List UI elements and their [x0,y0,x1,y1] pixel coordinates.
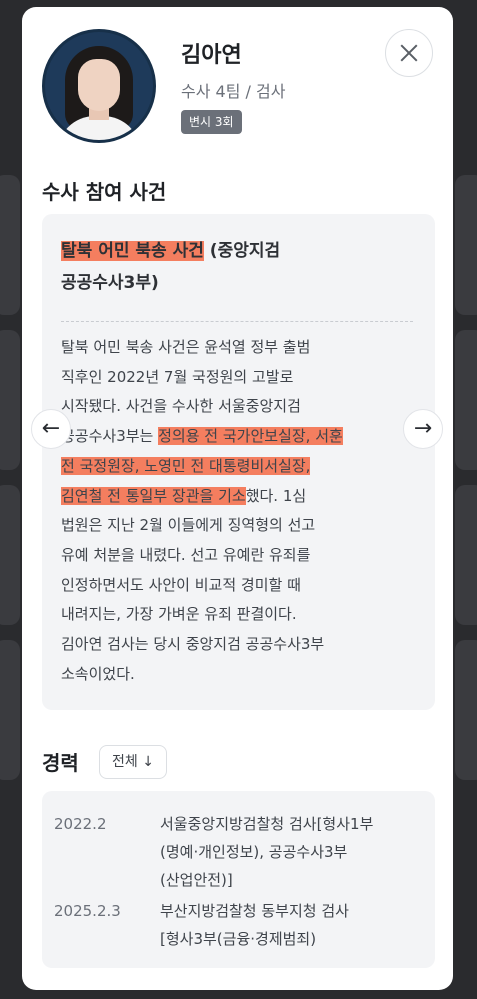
case-title-line2: 공공수사3부) [61,273,159,293]
background-card [455,485,477,625]
highlighted-text: 정의용 전 국가안보실장, 서훈 [158,427,343,446]
body-text: 법원은 지난 2월 이들에게 징역형의 선고 [61,516,316,535]
case-body-line: 직후인 2022년 7월 국정원의 고발로 [61,363,421,393]
body-text: 공공수사3부는 [61,427,159,446]
case-title-highlight: 탈북 어민 북송 사건 [61,241,204,261]
background-card [0,485,20,625]
body-text: 유예 처분을 내렸다. 선고 유예란 유죄를 [61,545,311,564]
case-body-line: 탈북 어민 북송 사건은 윤석열 정부 출범 [61,333,421,363]
cases-section-title: 수사 참여 사건 [42,180,167,204]
case-body-line: 시작됐다. 사건을 수사한 서울중앙지검 [61,392,421,422]
case-body-line: 소속이었다. [61,660,421,690]
prev-arrow-button[interactable]: ← [31,409,71,449]
case-title-rest: (중앙지검 [203,241,281,261]
case-body: 탈북 어민 북송 사건은 윤석열 정부 출범직후인 2022년 7월 국정원의 … [61,333,421,689]
highlighted-text: 김연철 전 통일부 장관을 기소 [61,486,246,505]
case-body-line: 유예 처분을 내렸다. 선고 유예란 유죄를 [61,541,421,571]
background-card [0,640,20,780]
background-card [455,640,477,780]
career-date: 2022.2 [54,815,107,833]
career-filter-button[interactable]: 전체 ↓ [99,745,167,779]
case-body-line: 인정하면서도 사안이 비교적 경미할 때 [61,571,421,601]
body-text: 소속이었다. [61,664,135,683]
career-description-line: 부산지방검찰청 동부지청 검사 [160,902,349,920]
exam-badge: 변시 3회 [181,110,242,134]
case-title: 탈북 어민 북송 사건 (중앙지검 공공수사3부) [61,235,421,299]
case-body-line: 법원은 지난 2월 이들에게 징역형의 선고 [61,511,421,541]
career-description-line: (산업안전)] [160,871,233,889]
body-text: 시작됐다. 사건을 수사한 서울중앙지검 [61,397,301,416]
career-description-line: 서울중앙지방검찰청 검사[형사1부 [160,815,374,833]
profile-role: 수사 4팀 / 검사 [181,82,286,101]
background-card [0,175,20,315]
case-body-line: 김아연 검사는 당시 중앙지검 공공수사3부 [61,630,421,660]
background-card [455,175,477,315]
body-text: 했다. 1심 [245,486,307,505]
case-body-line: 김연철 전 통일부 장관을 기소했다. 1심 [61,482,421,512]
close-button[interactable] [385,29,433,77]
career-description-line: [형사3부(금융·경제범죄) [160,930,317,948]
case-body-line: 전 국정원장, 노영민 전 대통령비서실장, [61,452,421,482]
career-description-line: (명예·개인정보), 공공수사3부 [160,843,348,861]
background-card [0,330,20,470]
body-text: 탈북 어민 북송 사건은 윤석열 정부 출범 [61,338,311,356]
case-body-line: 내려지는, 가장 가벼운 유죄 판결이다. [61,600,421,630]
profile-modal: 김아연 수사 4팀 / 검사 변시 3회 수사 참여 사건 탈북 어민 북송 사… [22,7,453,990]
avatar [42,29,156,143]
background-card [455,330,477,470]
body-text: 내려지는, 가장 가벼운 유죄 판결이다. [61,605,297,624]
body-text: 인정하면서도 사안이 비교적 경미할 때 [61,575,301,594]
career-section-title: 경력 [42,751,79,775]
divider [61,321,413,322]
profile-name: 김아연 [181,43,242,68]
next-arrow-button[interactable]: → [403,409,443,449]
career-list: 2022.2 서울중앙지방검찰청 검사[형사1부 (명예·개인정보), 공공수사3부… [42,791,435,968]
career-description: 부산지방검찰청 동부지청 검사 [형사3부(금융·경제범죄) [160,897,425,953]
case-card: 탈북 어민 북송 사건 (중앙지검 공공수사3부) 탈북 어민 북송 사건은 윤… [42,214,435,710]
body-text: 직후인 2022년 7월 국정원의 고발로 [61,367,294,386]
highlighted-text: 전 국정원장, 노영민 전 대통령비서실장, [61,456,311,475]
case-body-line: 공공수사3부는 정의용 전 국가안보실장, 서훈 [61,422,421,452]
body-text: 김아연 검사는 당시 중앙지검 공공수사3부 [61,635,325,654]
career-date: 2025.2.3 [54,902,121,920]
career-description: 서울중앙지방검찰청 검사[형사1부 (명예·개인정보), 공공수사3부 (산업안전)… [160,810,425,894]
